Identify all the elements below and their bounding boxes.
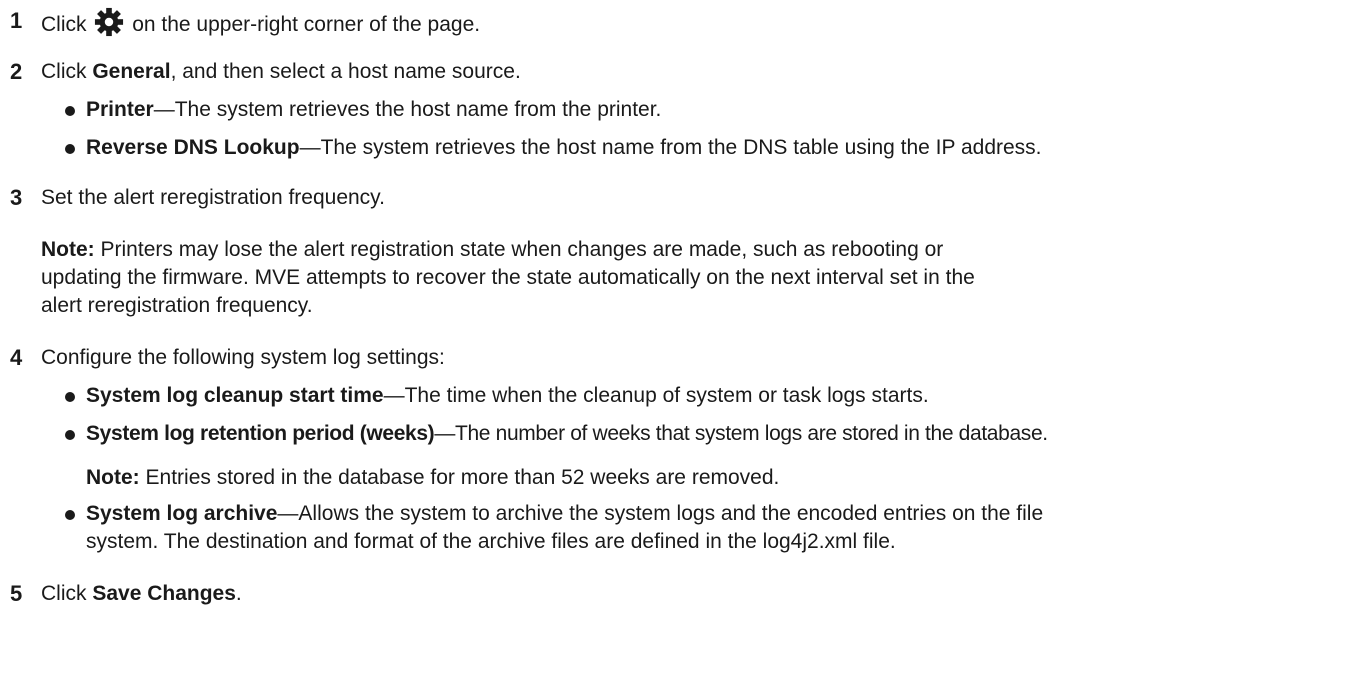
- bullet-log-archive-line-2: system. The destination and format of th…: [86, 530, 896, 553]
- general-label: General: [92, 60, 171, 83]
- gear-icon: [94, 7, 124, 37]
- step-1-text: Click on the upper-right corner of the p…: [41, 7, 480, 39]
- step-3-note-line-2: updating the firmware. MVE attempts to r…: [41, 266, 975, 289]
- step-5-pre: Click: [41, 582, 87, 605]
- bullet-desc: —Allows the system to archive the system…: [277, 502, 1044, 525]
- step-3-note-line-3: alert reregistration frequency.: [41, 294, 313, 317]
- bullet-retention-period: System log retention period (weeks)—The …: [86, 420, 1048, 448]
- bullet-reverse-dns: Reverse DNS Lookup—The system retrieves …: [86, 134, 1042, 162]
- bullet-term: System log archive: [86, 502, 278, 525]
- note-text: Printers may lose the alert registration…: [100, 238, 944, 261]
- note-text: Entries stored in the database for more …: [145, 466, 780, 489]
- bullet-desc: —The number of weeks that system logs ar…: [434, 422, 1048, 445]
- step-number-5: 5: [10, 581, 23, 606]
- step-3-note-line-1: Note: Printers may lose the alert regist…: [41, 236, 943, 264]
- step-number-1: 1: [10, 8, 23, 33]
- step-number-3: 3: [10, 185, 23, 210]
- bullet-marker: [65, 144, 75, 154]
- bullet-printer: Printer—The system retrieves the host na…: [86, 96, 661, 124]
- bullet-desc: —The system retrieves the host name from…: [153, 98, 662, 121]
- step-1-pre: Click: [41, 13, 87, 36]
- retention-note: Note: Entries stored in the database for…: [86, 464, 779, 492]
- note-label: Note:: [41, 238, 95, 261]
- step-2-text: Click General, and then select a host na…: [41, 58, 521, 86]
- bullet-desc: —The system retrieves the host name from…: [299, 136, 1042, 159]
- step-2-post: , and then select a host name source.: [170, 60, 521, 83]
- bullet-term: Reverse DNS Lookup: [86, 136, 300, 159]
- bullet-term: System log cleanup start time: [86, 384, 384, 407]
- bullet-log-archive: System log archive—Allows the system to …: [86, 500, 1043, 528]
- step-5-post: .: [235, 582, 242, 605]
- step-number-2: 2: [10, 59, 23, 84]
- step-1-post: on the upper-right corner of the page.: [132, 13, 481, 36]
- step-5-text: Click Save Changes.: [41, 580, 242, 608]
- bullet-marker: [65, 510, 75, 520]
- bullet-cleanup-start-time: System log cleanup start time—The time w…: [86, 382, 929, 410]
- bullet-marker: [65, 430, 75, 440]
- bullet-marker: [65, 392, 75, 402]
- step-4-text: Configure the following system log setti…: [41, 346, 445, 369]
- bullet-term: Printer: [86, 98, 154, 121]
- bullet-term: System log retention period (weeks): [86, 422, 435, 445]
- step-3-text: Set the alert reregistration frequency.: [41, 186, 385, 209]
- note-label: Note:: [86, 466, 140, 489]
- save-changes-label: Save Changes: [92, 582, 236, 605]
- step-number-4: 4: [10, 345, 23, 370]
- bullet-marker: [65, 106, 75, 116]
- step-2-pre: Click: [41, 60, 87, 83]
- bullet-desc: —The time when the cleanup of system or …: [383, 384, 929, 407]
